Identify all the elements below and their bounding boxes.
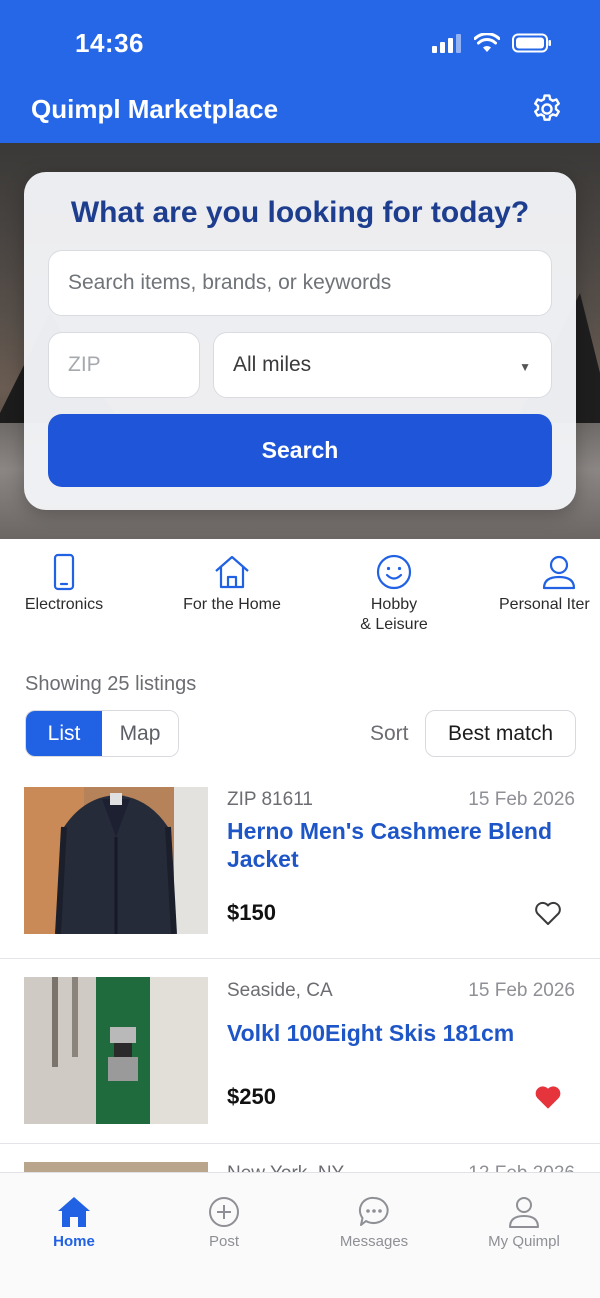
tab-post[interactable]: Post [164, 1195, 284, 1250]
listing-card[interactable]: Seaside, CA 15 Feb 2026 Volkl 100Eight S… [0, 960, 600, 1144]
listing-location: ZIP 81611 [227, 789, 313, 810]
tab-label: My Quimpl [488, 1233, 560, 1250]
category-label: For the Home [183, 596, 281, 613]
category-electronics[interactable]: Electronics [14, 553, 114, 615]
listing-count: Showing 25 listings [25, 673, 197, 695]
listing-price: $150 [227, 900, 276, 925]
status-time: 14:36 [75, 28, 144, 58]
battery-icon [512, 33, 551, 53]
tab-my-quimpl[interactable]: My Quimpl [464, 1195, 584, 1250]
tab-label: Post [208, 1233, 239, 1250]
category-label-line1: Hobby [370, 596, 418, 613]
listing-location: Seaside, CA [227, 980, 333, 1001]
category-strip: Electronics For the Home Hobby & Leisure… [0, 539, 600, 659]
tab-messages[interactable]: Messages [314, 1195, 434, 1250]
caret-down-icon: ▼ [519, 360, 531, 374]
listing-thumbnail [24, 977, 208, 1124]
distance-value: All miles [233, 353, 312, 376]
category-hobby-leisure[interactable]: Hobby & Leisure [344, 553, 444, 635]
listing-card[interactable]: ZIP 81611 15 Feb 2026 Herno Men's Cashme… [0, 770, 600, 959]
person-icon [542, 555, 576, 590]
category-label: Electronics [24, 596, 104, 613]
category-label: Personal Iter [499, 596, 590, 613]
search-card: What are you looking for today? Search i… [24, 172, 576, 510]
view-toggle: List Map [25, 710, 179, 757]
listing-thumbnail [24, 787, 208, 934]
sort-label: Sort [370, 722, 409, 745]
app-title: Quimpl Marketplace [31, 94, 279, 124]
heart-filled-icon[interactable] [534, 1084, 562, 1110]
search-heading: What are you looking for today? [70, 196, 530, 229]
listing-date: 15 Feb 2026 [468, 980, 575, 1001]
chat-bubble-icon [358, 1196, 389, 1226]
listing-price: $250 [227, 1084, 276, 1109]
map-view-button[interactable]: Map [102, 711, 178, 756]
tab-label: Messages [339, 1233, 409, 1250]
listing-title[interactable]: Volkl 100Eight Skis 181cm [227, 1019, 567, 1047]
listing-title[interactable]: Herno Men's Cashmere Blend Jacket [227, 817, 567, 873]
smiley-icon [376, 554, 412, 590]
search-input[interactable]: Search items, brands, or keywords [48, 250, 552, 316]
phone-icon [53, 553, 75, 591]
home-icon [215, 555, 249, 589]
distance-select[interactable]: All miles ▼ [213, 332, 552, 398]
tab-home[interactable]: Home [14, 1195, 134, 1250]
tab-label: Home [53, 1233, 95, 1250]
home-icon [58, 1197, 90, 1227]
category-label-line2: & Leisure [360, 616, 428, 633]
search-button[interactable]: Search [48, 414, 552, 487]
listing-date: 15 Feb 2026 [468, 789, 575, 810]
zip-input[interactable]: ZIP [48, 332, 200, 398]
signal-icon [432, 34, 461, 53]
sort-select[interactable]: Best match [425, 710, 576, 757]
category-personal-items[interactable]: Personal Iter [496, 553, 600, 615]
list-view-button[interactable]: List [26, 711, 102, 756]
wifi-icon [474, 33, 500, 52]
heart-outline-icon[interactable] [534, 900, 562, 926]
category-home[interactable]: For the Home [172, 553, 292, 615]
gear-icon[interactable] [530, 92, 564, 126]
bottom-tab-bar: Home Post Messages My Quimpl [0, 1172, 600, 1298]
app-header: 14:36 Quimpl Marketplace [0, 0, 600, 143]
person-icon [509, 1197, 539, 1228]
plus-circle-icon [209, 1197, 239, 1227]
status-icons [432, 33, 552, 53]
